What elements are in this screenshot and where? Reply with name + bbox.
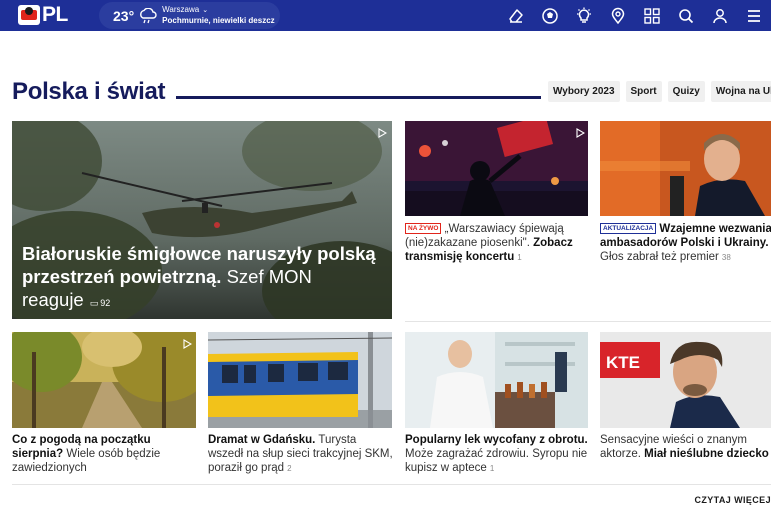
svg-text:KTE: KTE — [606, 353, 640, 372]
comment-count: 1 — [489, 464, 495, 473]
article-caption-gdansk[interactable]: Dramat w Gdańsku. Turysta wszedł na słup… — [208, 433, 394, 476]
article-caption-actor[interactable]: Sensacyjne wieści o znanym aktorze. Miał… — [600, 433, 771, 461]
weather-temperature: 23° — [113, 7, 135, 24]
caption-rest: Głos zabrał też premier — [600, 251, 719, 263]
hero-comment-count: 92 — [100, 298, 111, 308]
article-card-ambassadors[interactable] — [600, 121, 771, 216]
chevron-down-icon: ⌄ — [202, 7, 209, 14]
article-card-medicine[interactable] — [405, 332, 588, 428]
article-image-concert — [405, 121, 588, 216]
header-icons — [499, 5, 771, 27]
weather-widget[interactable]: 23° Warszawa ⌄ Pochmurnie, niewielki desz… — [99, 2, 280, 29]
article-image-pharmacy — [405, 332, 588, 428]
read-more-link[interactable]: CZYTAJ WIĘCEJ — [694, 495, 771, 505]
article-card-concert[interactable] — [405, 121, 588, 216]
article-image-forest-path — [12, 332, 196, 428]
logo-mark-icon — [18, 5, 40, 25]
article-image-politician — [600, 121, 771, 216]
eraser-icon[interactable] — [499, 5, 533, 27]
article-caption-weather[interactable]: Co z pogodą na początku sierpnia? Wiele … — [12, 433, 198, 475]
weather-city: Warszawa ⌄ — [162, 5, 209, 14]
tag-sport[interactable]: Sport — [625, 81, 662, 102]
article-card-weather[interactable] — [12, 332, 196, 428]
live-badge: NA ŻYWO — [405, 223, 442, 234]
article-caption-concert[interactable]: NA ŻYWO „Warszawiacy śpiewają (nie)zakaz… — [405, 222, 588, 265]
search-icon[interactable] — [669, 5, 703, 27]
article-card-actor[interactable]: KTE — [600, 332, 771, 428]
bulb-icon[interactable] — [567, 5, 601, 27]
article-image-actor: KTE — [600, 332, 771, 428]
site-logo[interactable]: PL — [18, 3, 68, 26]
caption-bold: Popularny lek wycofany z obrotu. — [405, 434, 588, 446]
comment-count: 38 — [721, 253, 731, 262]
article-caption-ambassadors[interactable]: AKTUALIZACJA Wzajemne wezwania ambasador… — [600, 222, 771, 265]
user-icon[interactable] — [703, 5, 737, 27]
weather-description: Pochmurnie, niewielki deszcz — [162, 16, 275, 25]
tag-wojna-na-ukrainie[interactable]: Wojna na Ukrainie — [710, 81, 771, 102]
title-divider — [176, 96, 541, 99]
ball-icon[interactable] — [533, 5, 567, 27]
apps-icon[interactable] — [635, 5, 669, 27]
cloud-rain-icon — [140, 7, 157, 23]
logo-text: PL — [42, 3, 68, 26]
tag-quizy[interactable]: Quizy — [667, 81, 705, 102]
top-navigation-bar: PL 23° Warszawa ⌄ Pochmurnie, niewielki d… — [0, 0, 771, 31]
article-card-gdansk[interactable] — [208, 332, 392, 428]
hero-headline[interactable]: Białoruskie śmigłowce naruszyły polską p… — [22, 242, 392, 315]
location-icon[interactable] — [601, 5, 635, 27]
comments-icon: ▭ — [89, 298, 99, 308]
tag-wybory[interactable]: Wybory 2023 — [548, 81, 620, 102]
hero-headline-bold: Białoruskie śmigłowce naruszyły polską p… — [22, 243, 376, 287]
video-play-icon — [377, 125, 388, 138]
menu-icon[interactable] — [737, 5, 771, 27]
topic-tags: Wybory 2023 Sport Quizy Wojna na Ukraini… — [548, 81, 771, 102]
article-image-train — [208, 332, 392, 428]
comment-count: 2 — [287, 464, 292, 473]
video-play-icon — [575, 125, 586, 138]
section-title[interactable]: Polska i świat — [12, 78, 166, 106]
article-caption-medicine[interactable]: Popularny lek wycofany z obrotu. Może za… — [405, 433, 591, 476]
row-divider — [405, 321, 771, 322]
caption-bold: Miał nieślubne dziecko — [644, 448, 769, 460]
comment-count: 1 — [517, 253, 522, 262]
update-badge: AKTUALIZACJA — [600, 223, 657, 234]
caption-rest: Może zagrażać zdrowiu. Syropu nie kupisz… — [405, 448, 588, 474]
video-play-icon — [182, 336, 193, 349]
caption-bold: Dramat w Gdańsku. — [208, 434, 316, 446]
bottom-divider — [12, 484, 771, 485]
